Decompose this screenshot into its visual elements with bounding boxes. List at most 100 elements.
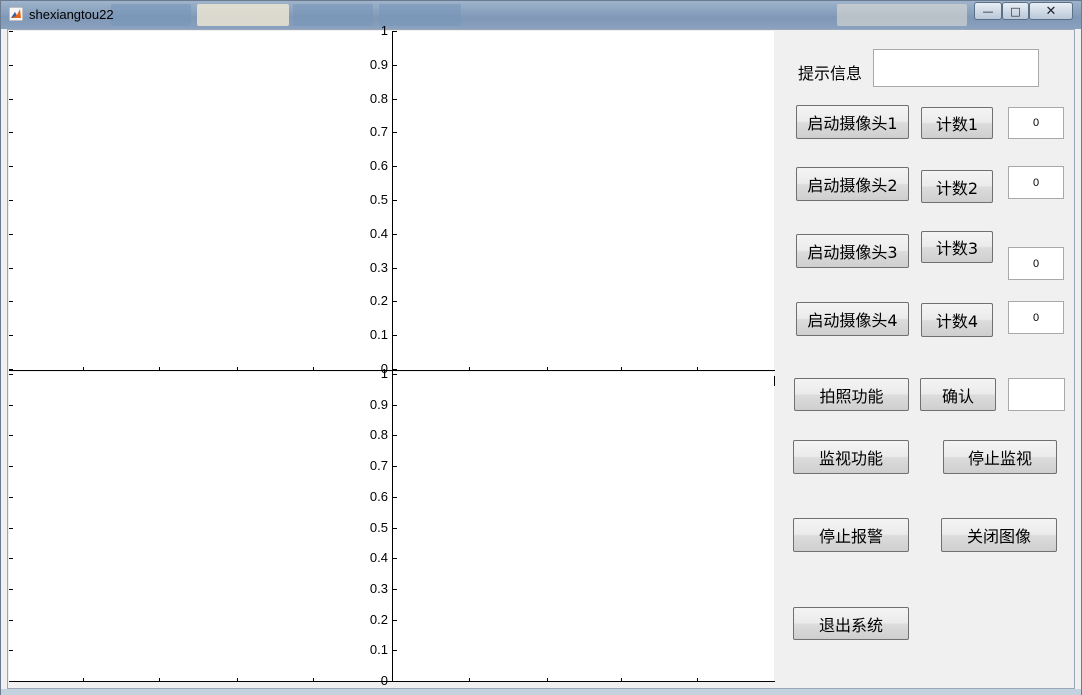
y-top-tick-label: 0.8 <box>369 90 388 106</box>
y-top-tick-mark <box>393 64 397 66</box>
count-1-button[interactable]: 计数1 <box>921 107 993 139</box>
y-bottom-tick-mark <box>9 619 13 621</box>
y-bottom-tick-label: 0.2 <box>369 611 388 627</box>
y-bottom-tick-mark <box>9 404 13 406</box>
confirm-field[interactable] <box>1008 378 1065 411</box>
prompt-field[interactable] <box>873 49 1039 87</box>
y-bottom-tick-label: 0 <box>380 673 388 688</box>
y-bottom-tick-mark <box>9 650 13 652</box>
minimize-icon: — <box>982 4 994 18</box>
axes-top-right[interactable] <box>393 31 774 370</box>
count-3-button[interactable]: 计数3 <box>921 231 993 263</box>
y-top-tick-label: 0.1 <box>369 327 388 343</box>
y-top-tick-label: 0.6 <box>369 158 388 174</box>
x-tick-mark <box>313 367 314 371</box>
axes-top-left[interactable] <box>9 31 392 370</box>
background-tab <box>197 4 289 26</box>
window-title: shexiangtou22 <box>29 7 114 22</box>
y-bottom-tick-mark <box>393 466 397 468</box>
y-axis-line <box>392 31 393 682</box>
y-top-tick-mark <box>9 301 13 303</box>
background-tab <box>379 4 461 26</box>
count-2-button[interactable]: 计数2 <box>921 170 993 203</box>
y-bottom-tick-label: 0.5 <box>369 519 388 535</box>
count-4-field[interactable]: 0 <box>1008 301 1064 334</box>
y-top-tick-label: 0.2 <box>369 293 388 309</box>
y-bottom-tick-mark <box>393 650 397 652</box>
y-bottom-tick-label: 0.1 <box>369 642 388 658</box>
background-toolbar <box>837 4 967 26</box>
axes-bottom-left[interactable] <box>9 372 392 682</box>
y-bottom-tick-label: 0.7 <box>369 458 388 474</box>
y-bottom-tick-label: 0.6 <box>369 488 388 504</box>
y-top-tick-mark <box>393 369 397 370</box>
y-top-tick-mark <box>393 132 397 134</box>
start-camera-1-button[interactable]: 启动摄像头1 <box>796 105 909 139</box>
y-bottom-tick-mark <box>393 374 397 375</box>
x-tick-mark <box>237 367 238 371</box>
photo-function-button[interactable]: 拍照功能 <box>794 378 909 411</box>
stop-alarm-button[interactable]: 停止报警 <box>793 518 909 552</box>
x-tick-mark <box>547 367 548 371</box>
y-bottom-tick-mark <box>393 588 397 590</box>
y-bottom-tick-mark <box>9 496 13 498</box>
x-tick-mark <box>547 678 548 682</box>
y-bottom-tick-mark <box>9 681 13 682</box>
x-tick-mark <box>83 678 84 682</box>
title-bar[interactable]: shexiangtou22 — □ ✕ <box>1 1 1081 29</box>
x-tick-mark <box>237 678 238 682</box>
x-tick-mark <box>83 367 84 371</box>
y-top-tick-label: 0.9 <box>369 56 388 72</box>
y-bottom-tick-mark <box>393 619 397 621</box>
count-4-button[interactable]: 计数4 <box>921 303 993 337</box>
monitor-function-button[interactable]: 监视功能 <box>793 440 909 474</box>
y-bottom-tick-label: 0.8 <box>369 427 388 443</box>
y-bottom-tick-mark <box>393 496 397 498</box>
x-tick-mark <box>469 678 470 682</box>
window-bottom-border <box>1 689 1081 695</box>
y-bottom-tick-mark <box>393 558 397 560</box>
confirm-button[interactable]: 确认 <box>920 378 996 411</box>
y-bottom-tick-label: 1 <box>380 366 388 381</box>
y-top-tick-mark <box>393 233 397 235</box>
start-camera-2-button[interactable]: 启动摄像头2 <box>796 167 909 201</box>
count-3-field[interactable]: 0 <box>1008 247 1064 280</box>
count-1-field[interactable]: 0 <box>1008 107 1064 139</box>
y-top-tick-mark <box>9 98 13 100</box>
x-axis-line-bottom <box>9 681 775 682</box>
axes-bottom-right[interactable] <box>393 372 774 682</box>
stop-monitor-button[interactable]: 停止监视 <box>943 440 1057 474</box>
y-bottom-tick-mark <box>9 466 13 468</box>
y-top-tick-mark <box>393 200 397 201</box>
maximize-button[interactable]: □ <box>1002 2 1029 20</box>
y-top-tick-mark <box>9 166 13 168</box>
y-bottom-tick-mark <box>9 374 13 375</box>
exit-system-button[interactable]: 退出系统 <box>793 607 909 640</box>
y-top-tick-mark <box>9 369 13 370</box>
y-top-tick-mark <box>393 267 397 269</box>
close-image-button[interactable]: 关闭图像 <box>941 518 1057 552</box>
count-2-field[interactable]: 0 <box>1008 166 1064 199</box>
y-bottom-tick-label: 0.9 <box>369 396 388 412</box>
y-bottom-tick-mark <box>393 527 397 529</box>
y-top-tick-mark <box>393 301 397 303</box>
y-bottom-tick-label: 0.3 <box>369 580 388 596</box>
x-tick-mark <box>313 678 314 682</box>
y-bottom-tick-mark <box>9 435 13 437</box>
y-bottom-tick-mark <box>393 681 397 682</box>
y-bottom-tick-mark <box>393 404 397 406</box>
x-tick-mark <box>469 367 470 371</box>
background-tab <box>111 4 191 26</box>
x-tick-mark <box>697 367 698 371</box>
minimize-button[interactable]: — <box>974 2 1002 20</box>
start-camera-4-button[interactable]: 启动摄像头4 <box>796 302 909 336</box>
app-window: shexiangtou22 — □ ✕ 1 0.9 0.8 0.7 0.6 0.5 0.4 0… <box>0 0 1082 695</box>
start-camera-3-button[interactable]: 启动摄像头3 <box>796 234 909 268</box>
y-top-tick-mark <box>9 200 13 201</box>
y-bottom-tick-mark <box>393 435 397 437</box>
axis-end-tick <box>774 376 775 386</box>
maximize-icon: □ <box>1010 4 1021 18</box>
y-top-tick-mark <box>9 335 13 337</box>
background-tab <box>293 4 373 26</box>
close-button[interactable]: ✕ <box>1029 2 1073 20</box>
